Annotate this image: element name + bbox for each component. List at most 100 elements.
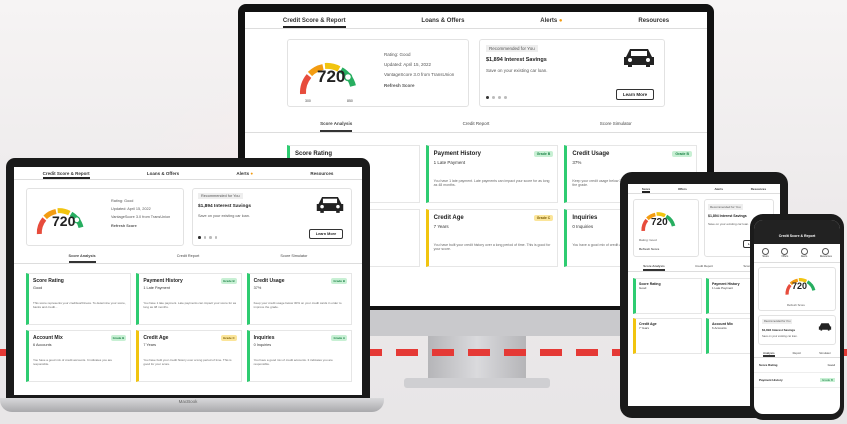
credit-score-value: 720	[317, 67, 346, 86]
tab-alerts[interactable]: Alerts ●	[236, 171, 253, 179]
tile-credit-age[interactable]: Credit Age 7 Years Grade C You have buil…	[425, 209, 559, 267]
offer-text: Save on your existing car loan.	[762, 335, 798, 338]
subtab-score-analysis[interactable]: Score Analysis	[320, 121, 353, 132]
grade-badge: Grade B	[672, 151, 692, 157]
phone-row-payment-history[interactable]: Payment History Grade B	[754, 373, 840, 388]
offer-title: $1,894 Interest Savings	[198, 204, 252, 209]
tile-desc: You have 1 late payment. Late payments c…	[143, 301, 237, 309]
tile-desc: You have built your credit history over …	[433, 243, 551, 252]
offer-title: $1,894 Interest Savings	[708, 214, 747, 218]
score-source: VantageScore 3.0 from TransUnion	[384, 72, 455, 77]
refresh-score-link[interactable]: Refresh Score	[111, 224, 137, 228]
svg-text:850: 850	[347, 99, 353, 103]
grade-badge: Grade B	[220, 278, 237, 284]
tile-value: 0 Inquiries	[253, 343, 272, 347]
offers-icon	[781, 248, 789, 255]
resources-nav-item[interactable]: Resources	[820, 248, 832, 258]
phone-subtabs: Analysis Report Simulator	[754, 351, 840, 358]
alerts-nav-item[interactable]: Alerts	[800, 248, 808, 258]
alerts-icon	[800, 248, 808, 255]
score-nav-item[interactable]: Score	[762, 248, 770, 258]
tab-alerts[interactable]: Alerts ●	[540, 18, 562, 28]
subtab-report[interactable]: Report	[793, 351, 801, 357]
tile-credit-age[interactable]: Credit Age 7 Years	[633, 318, 702, 354]
refresh-score-link[interactable]: Refresh Score	[787, 303, 805, 307]
tab-credit-score[interactable]: Credit Score & Report	[282, 18, 346, 28]
credit-score-value: 720	[52, 213, 76, 229]
tile-desc: Keep your credit usage below 30% on your…	[253, 301, 342, 309]
subtab-score-analysis[interactable]: Score Analysis	[643, 264, 665, 271]
learn-more-button[interactable]: Learn More	[616, 89, 654, 100]
tab-resources[interactable]: Resources	[751, 187, 766, 193]
laptop-nav-tabs: Credit Score & Report Loans & Offers Ale…	[14, 167, 362, 180]
credit-score-value: 720	[651, 217, 668, 228]
tab-credit-score[interactable]: Score	[641, 187, 651, 193]
tile-value: 1 Late Payment	[143, 286, 170, 290]
tile-desc: You have built your credit history over …	[143, 358, 232, 366]
tile-desc: You have a good mix of credit accounts. …	[253, 358, 333, 366]
nav-label: Score	[762, 255, 769, 258]
grade-badge: Grade C	[220, 335, 237, 341]
tile-inquiries[interactable]: Inquiries 0 Inquiries Grade A You have a…	[246, 330, 352, 382]
score-rating: Rating: Good	[639, 238, 657, 242]
offer-text: Save on your existing car loan.	[708, 222, 750, 226]
tab-offers[interactable]: Offers	[678, 187, 687, 193]
tile-score-rating[interactable]: Score Rating Good	[633, 278, 702, 314]
laptop-tiles: Score Rating Good This score represents …	[14, 264, 362, 382]
tab-loans-offers[interactable]: Loans & Offers	[147, 171, 179, 179]
subtab-credit-report[interactable]: Credit Report	[463, 121, 490, 132]
tab-alerts-label: Alerts	[540, 18, 558, 24]
resources-icon	[822, 248, 830, 255]
tile-value: 37%	[253, 286, 262, 290]
subtab-score-analysis[interactable]: Score Analysis	[68, 254, 96, 263]
row-label: Payment History	[759, 378, 783, 382]
subtab-credit-report[interactable]: Credit Report	[177, 254, 200, 263]
offer-tag: Recommended for You	[486, 45, 538, 52]
offers-nav-item[interactable]: Offers	[781, 248, 789, 258]
score-updated: Updated: April 15, 2022	[111, 207, 151, 211]
laptop-brand: MacBook	[178, 399, 198, 404]
tile-desc: You have a good mix of credit accounts. …	[33, 358, 113, 366]
alert-dot-icon: ●	[250, 171, 254, 176]
subtab-credit-report[interactable]: Credit Report	[695, 264, 713, 271]
row-value: Good	[827, 363, 835, 367]
alert-dot-icon: ●	[558, 18, 563, 24]
laptop-subtabs: Score Analysis Credit Report Score Simul…	[14, 254, 362, 264]
tile-credit-age[interactable]: Credit Age 7 Years Grade C You have buil…	[136, 330, 242, 382]
subtab-simulator[interactable]: Simulator	[819, 351, 831, 357]
offer-tag: Recommended for You	[198, 193, 243, 199]
tile-payment-history[interactable]: Payment History 1 Late Payment Grade B Y…	[425, 145, 559, 203]
row-label: Score Rating	[759, 363, 778, 367]
tile-value: 37%	[572, 160, 582, 165]
offer-text: Save on your existing car loan.	[486, 68, 548, 73]
tile-score-rating[interactable]: Score Rating Good This score represents …	[26, 273, 132, 325]
refresh-score-link[interactable]: Refresh Score	[639, 247, 659, 251]
car-icon	[818, 323, 832, 331]
carousel-dots[interactable]	[486, 96, 507, 99]
laptop-screen: Credit Score & Report Loans & Offers Ale…	[14, 167, 362, 395]
learn-more-button[interactable]: Learn More	[309, 229, 343, 239]
tile-value: 1 Late Payment	[433, 160, 466, 165]
grade-badge: Grade A	[331, 335, 347, 341]
subtab-score-simulator[interactable]: Score Simulator	[280, 254, 307, 263]
carousel-dots[interactable]	[198, 236, 218, 239]
tab-alerts[interactable]: Alerts	[715, 187, 724, 193]
phone-header: Credit Score & Report	[754, 220, 840, 244]
score-rating: Rating: Good	[111, 199, 134, 203]
grade-badge: Grade B	[110, 335, 127, 341]
subtab-score-simulator[interactable]: Score Simulator	[600, 121, 632, 132]
tab-resources[interactable]: Resources	[310, 171, 333, 179]
subtab-analysis[interactable]: Analysis	[763, 351, 775, 357]
tile-credit-usage[interactable]: Credit Usage 37% Grade B Keep your credi…	[246, 273, 352, 325]
refresh-score-link[interactable]: Refresh Score	[384, 83, 415, 88]
score-card: 720 Rating: Good Refresh Score	[633, 199, 699, 257]
offer-text: Save on your existing car loan.	[198, 214, 250, 218]
tile-payment-history[interactable]: Payment History 1 Late Payment Grade B Y…	[136, 273, 242, 325]
tile-account-mix[interactable]: Account Mix 6 Accounts Grade B You have …	[26, 330, 132, 382]
tab-loans-offers[interactable]: Loans & Offers	[421, 18, 464, 28]
phone-screen: Credit Score & Report Score Offers Alert…	[754, 220, 840, 414]
phone-row-score-rating[interactable]: Score Rating Good	[754, 358, 840, 373]
tab-credit-score[interactable]: Credit Score & Report	[42, 171, 90, 179]
tile-title: Score Rating	[295, 151, 333, 157]
tab-resources[interactable]: Resources	[638, 18, 669, 28]
